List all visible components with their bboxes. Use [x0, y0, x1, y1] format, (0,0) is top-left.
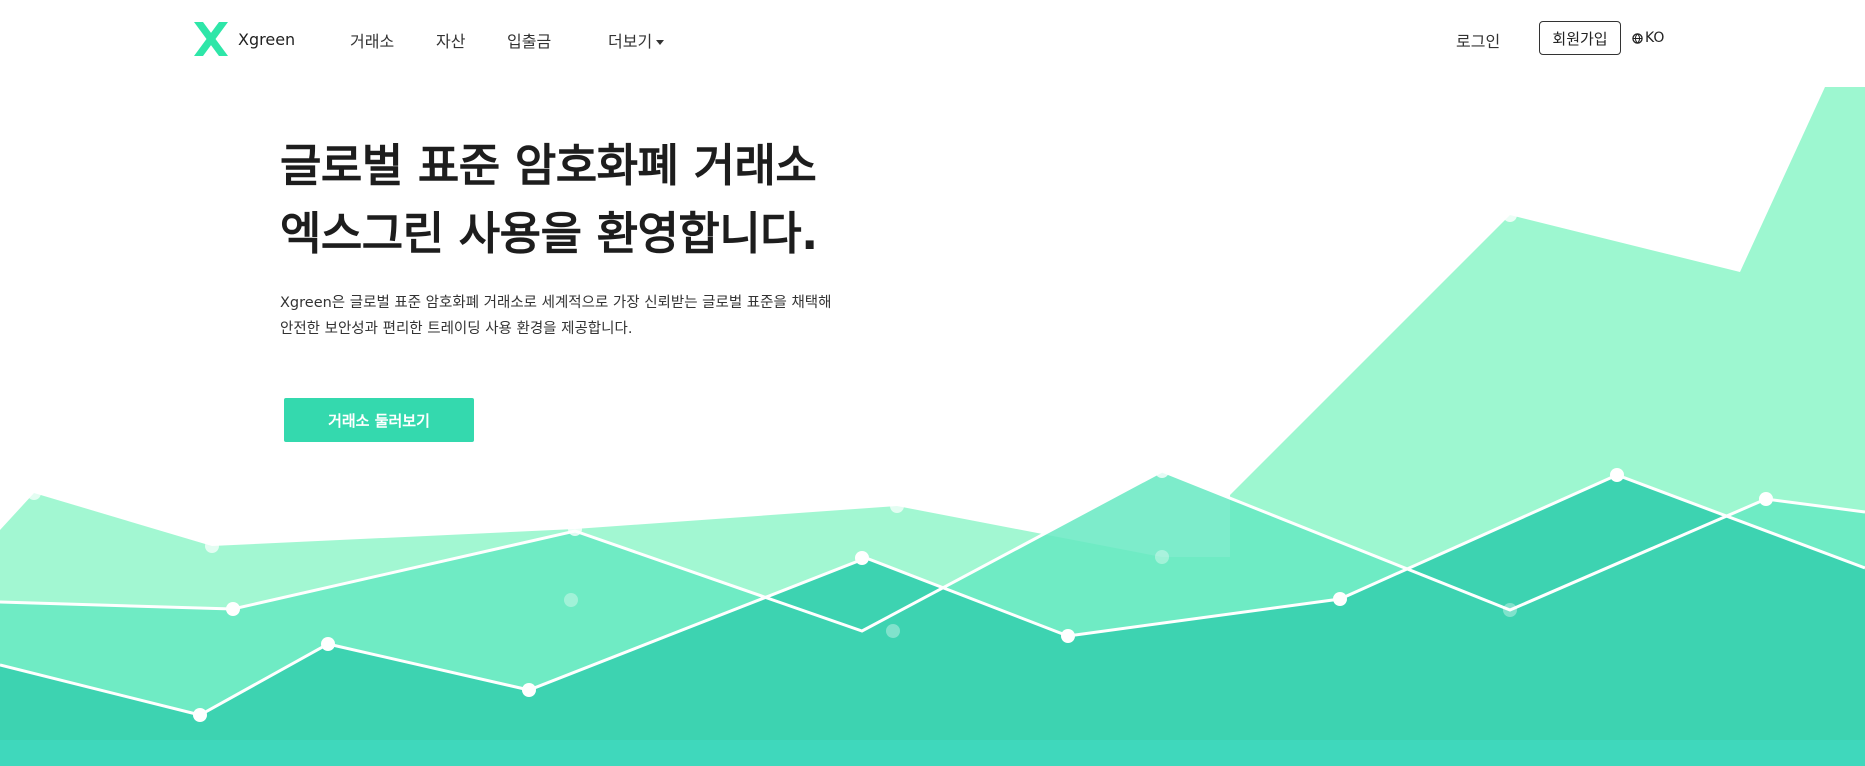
- top-navigation: Xgreen 거래소 자산 입출금 더보기 로그인 회원가입 KO: [0, 0, 1865, 80]
- nav-item-exchange[interactable]: 거래소: [350, 28, 394, 52]
- language-label: KO: [1645, 30, 1665, 46]
- bg-dot: [1759, 492, 1773, 506]
- hero-title-line-2: 엑스그린 사용을 환영합니다.: [280, 207, 818, 260]
- bg-dot: [1503, 603, 1517, 617]
- hero-background-chart: [0, 87, 1865, 766]
- bg-dot: [890, 499, 904, 513]
- bg-dot: [522, 683, 536, 697]
- bg-dot: [321, 637, 335, 651]
- hero-description-line-2: 안전한 보안성과 편리한 트레이딩 사용 환경을 제공합니다.: [280, 321, 633, 337]
- signup-button[interactable]: 회원가입: [1539, 21, 1621, 55]
- bg-dot: [27, 486, 41, 500]
- brand-name: Xgreen: [238, 29, 296, 49]
- hero-section: 글로벌 표준 암호화폐 거래소 엑스그린 사용을 환영합니다. Xgreen은 …: [280, 132, 831, 357]
- caret-down-icon: [656, 40, 665, 45]
- bg-dot: [1061, 629, 1075, 643]
- bg-dot: [1610, 468, 1624, 482]
- language-selector[interactable]: KO: [1632, 30, 1664, 46]
- bg-dot: [1503, 208, 1517, 222]
- globe-icon: [1632, 32, 1643, 44]
- bg-dot: [1155, 550, 1169, 564]
- bg-layer-base: [0, 740, 1865, 766]
- brand-logo[interactable]: Xgreen: [194, 22, 295, 56]
- bg-dot: [855, 551, 869, 565]
- bg-dot: [226, 602, 240, 616]
- hero-description: Xgreen은 글로벌 표준 암호화폐 거래소로 세계적으로 가장 신뢰받는 글…: [280, 290, 831, 342]
- nav-more-label: 더보기: [608, 32, 653, 51]
- bg-dot: [1333, 592, 1347, 606]
- hero-description-line-1: Xgreen은 글로벌 표준 암호화폐 거래소로 세계적으로 가장 신뢰받는 글…: [280, 295, 832, 311]
- login-link[interactable]: 로그인: [1456, 28, 1500, 52]
- bg-dot: [205, 539, 219, 553]
- nav-more-dropdown[interactable]: 더보기: [608, 28, 665, 52]
- nav-item-deposit-withdraw[interactable]: 입출금: [507, 28, 551, 52]
- bg-dot: [564, 593, 578, 607]
- bg-dot: [568, 522, 582, 536]
- nav-item-assets[interactable]: 자산: [436, 28, 465, 52]
- bg-dot: [1155, 464, 1169, 478]
- hero-title-line-1: 글로벌 표준 암호화폐 거래소: [280, 139, 817, 192]
- hero-title: 글로벌 표준 암호화폐 거래소 엑스그린 사용을 환영합니다.: [280, 132, 831, 268]
- xgreen-logo-icon: [194, 22, 228, 56]
- bg-dot: [886, 624, 900, 638]
- bg-dot: [193, 708, 207, 722]
- explore-exchange-button[interactable]: 거래소 둘러보기: [284, 398, 474, 442]
